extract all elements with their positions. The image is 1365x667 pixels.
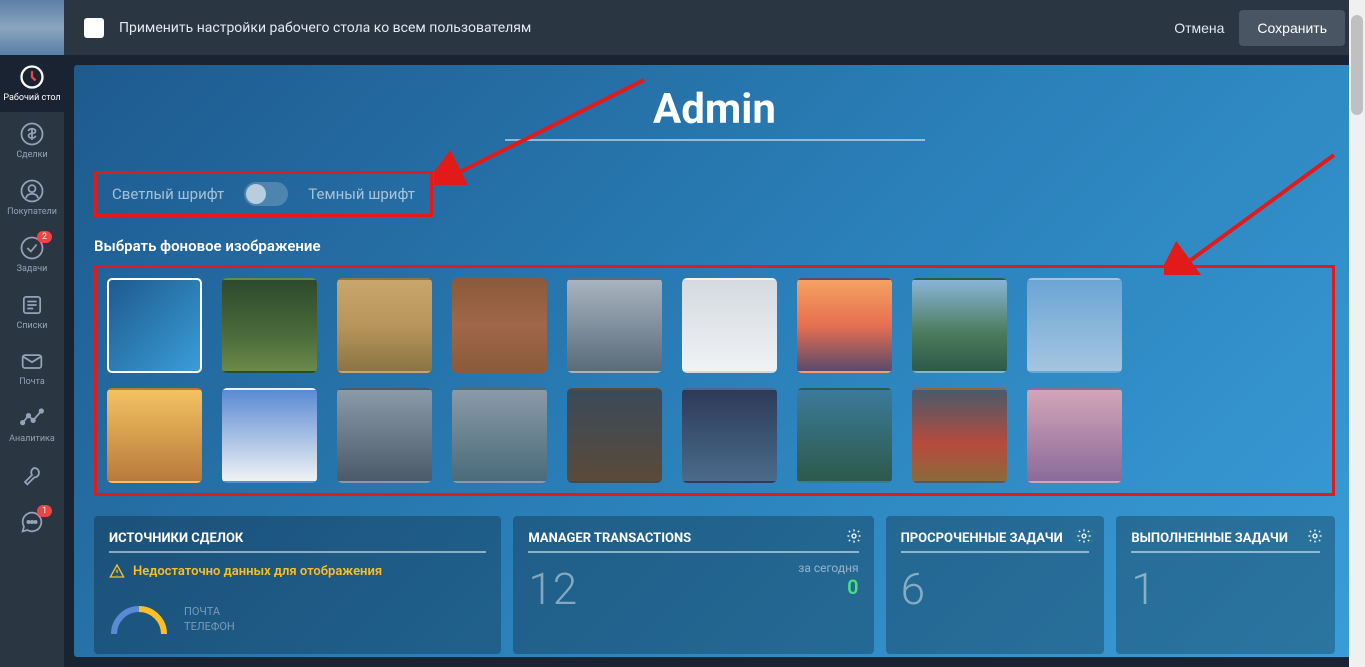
sidebar-item-label: Рабочий стол <box>3 94 60 104</box>
gear-icon[interactable] <box>1076 528 1092 544</box>
legend-phone: ТЕЛЕФОН <box>184 620 235 633</box>
bg-grid <box>107 278 1322 483</box>
analytics-icon <box>18 404 46 432</box>
bg-thumb-golden-gate[interactable] <box>107 388 202 483</box>
widget-sub: за сегодня 0 <box>798 561 858 599</box>
font-toggle-section: Светлый шрифт Темный шрифт <box>94 171 433 217</box>
sidebar-item-mail[interactable]: Почта <box>0 339 64 396</box>
wrench-icon <box>18 461 46 489</box>
topbar-left: Применить настройки рабочего стола ко вс… <box>84 18 531 38</box>
bg-thumb-rain[interactable] <box>567 388 662 483</box>
gear-icon[interactable] <box>1307 528 1323 544</box>
sidebar-item-settings[interactable] <box>0 453 64 500</box>
scrollbar-thumb[interactable] <box>1351 15 1363 115</box>
widgets: ИСТОЧНИКИ СДЕЛОК Недостаточно данных для… <box>94 516 1335 654</box>
apply-all-checkbox[interactable] <box>84 18 104 38</box>
save-button[interactable]: Сохранить <box>1239 10 1345 46</box>
sub-label: за сегодня <box>798 561 858 575</box>
widget-title: MANAGER TRANSACTIONS <box>528 531 858 553</box>
widget-value: 6 <box>901 563 1090 615</box>
badge: 1 <box>37 505 52 517</box>
bg-thumb-night-city[interactable] <box>682 388 777 483</box>
badge: 2 <box>37 231 52 243</box>
widget-title: ИСТОЧНИКИ СДЕЛОК <box>109 531 486 553</box>
bg-row-1 <box>107 278 1322 373</box>
sidebar-item-lists[interactable]: Списки <box>0 283 64 340</box>
bg-thumb-pink-mist[interactable] <box>1027 388 1122 483</box>
sidebar-item-label: Сделки <box>16 151 47 161</box>
bg-row-2 <box>107 388 1322 483</box>
widget-title: ПРОСРОЧЕННЫЕ ЗАДАЧИ <box>901 531 1090 553</box>
legend-arc-icon <box>109 599 169 639</box>
toggle-knob <box>246 184 266 204</box>
widget-deal-sources: ИСТОЧНИКИ СДЕЛОК Недостаточно данных для… <box>94 516 501 654</box>
dollar-icon <box>18 120 46 148</box>
legend-labels: ПОЧТА ТЕЛЕФОН <box>184 605 235 633</box>
sidebar-item-label: Покупатели <box>7 208 57 218</box>
annotation-arrow-right <box>1164 145 1344 275</box>
sidebar-item-analytics[interactable]: Аналитика <box>0 396 64 453</box>
scrollbar[interactable] <box>1349 0 1365 667</box>
bg-thumb-sunset-sea[interactable] <box>797 278 892 373</box>
sidebar-item-label: Почта <box>19 378 45 388</box>
widget-value: 1 <box>1131 563 1320 615</box>
bg-thumb-wood[interactable] <box>452 278 547 373</box>
widget-manager-transactions: MANAGER TRANSACTIONS 12 за сегодня 0 <box>513 516 873 654</box>
bg-thumb-islands[interactable] <box>912 278 1007 373</box>
sidebar: Рабочий стол Сделки Покупатели 2 Задачи … <box>0 0 64 667</box>
widget-title: ВЫПОЛНЕННЫЕ ЗАДАЧИ <box>1131 531 1320 553</box>
page-title: Admin <box>94 85 1335 134</box>
bg-thumb-balloons[interactable] <box>1027 278 1122 373</box>
dark-font-label: Темный шрифт <box>308 185 415 203</box>
widget-legend: ПОЧТА ТЕЛЕФОН <box>109 599 486 639</box>
sidebar-item-dashboard[interactable]: Рабочий стол <box>0 55 64 112</box>
light-font-label: Светлый шрифт <box>112 185 224 203</box>
title-underline <box>505 139 925 141</box>
bg-section-label: Выбрать фоновое изображение <box>94 237 1335 255</box>
sidebar-item-label: Аналитика <box>9 435 55 445</box>
bg-thumb-ocean[interactable] <box>337 388 432 483</box>
warning-text: Недостаточно данных для отображения <box>133 564 382 579</box>
bg-thumb-clouds[interactable] <box>222 388 317 483</box>
sidebar-logo <box>0 0 64 55</box>
mail-icon <box>18 347 46 375</box>
list-icon <box>18 291 46 319</box>
topbar-right: Отмена Сохранить <box>1174 10 1345 46</box>
widget-warning: Недостаточно данных для отображения <box>109 563 486 579</box>
gear-icon[interactable] <box>846 528 862 544</box>
sidebar-item-chat[interactable]: 1 <box>0 500 64 547</box>
bg-thumb-wheat[interactable] <box>337 278 432 373</box>
sub-value: 0 <box>798 575 858 599</box>
sidebar-item-label: Списки <box>16 322 47 332</box>
legend-mail: ПОЧТА <box>184 605 235 618</box>
users-icon <box>18 177 46 205</box>
bg-thumb-autumn[interactable] <box>912 388 1007 483</box>
warning-icon <box>109 563 125 579</box>
bg-grid-container <box>94 265 1335 496</box>
widget-overdue-tasks: ПРОСРОЧЕННЫЕ ЗАДАЧИ 6 <box>886 516 1105 654</box>
bg-thumb-blue-gradient[interactable] <box>107 278 202 373</box>
sidebar-item-deals[interactable]: Сделки <box>0 112 64 169</box>
main-content: Admin Светлый шрифт Темный шрифт Выбрать… <box>74 65 1355 657</box>
checkbox-label: Применить настройки рабочего стола ко вс… <box>119 20 531 36</box>
sidebar-item-buyers[interactable]: Покупатели <box>0 169 64 226</box>
bg-thumb-river[interactable] <box>797 388 892 483</box>
dashboard-icon <box>18 63 46 91</box>
bg-thumb-city[interactable] <box>567 278 662 373</box>
bg-thumb-winter-tree[interactable] <box>682 278 777 373</box>
bg-thumb-mountain-fog[interactable] <box>452 388 547 483</box>
bg-thumb-forest[interactable] <box>222 278 317 373</box>
sidebar-item-label: Задачи <box>17 265 48 275</box>
sidebar-item-tasks[interactable]: 2 Задачи <box>0 226 64 283</box>
font-toggle-switch[interactable] <box>244 182 288 206</box>
topbar: Применить настройки рабочего стола ко вс… <box>64 0 1365 55</box>
cancel-button[interactable]: Отмена <box>1174 20 1224 36</box>
widget-completed-tasks: ВЫПОЛНЕННЫЕ ЗАДАЧИ 1 <box>1116 516 1335 654</box>
